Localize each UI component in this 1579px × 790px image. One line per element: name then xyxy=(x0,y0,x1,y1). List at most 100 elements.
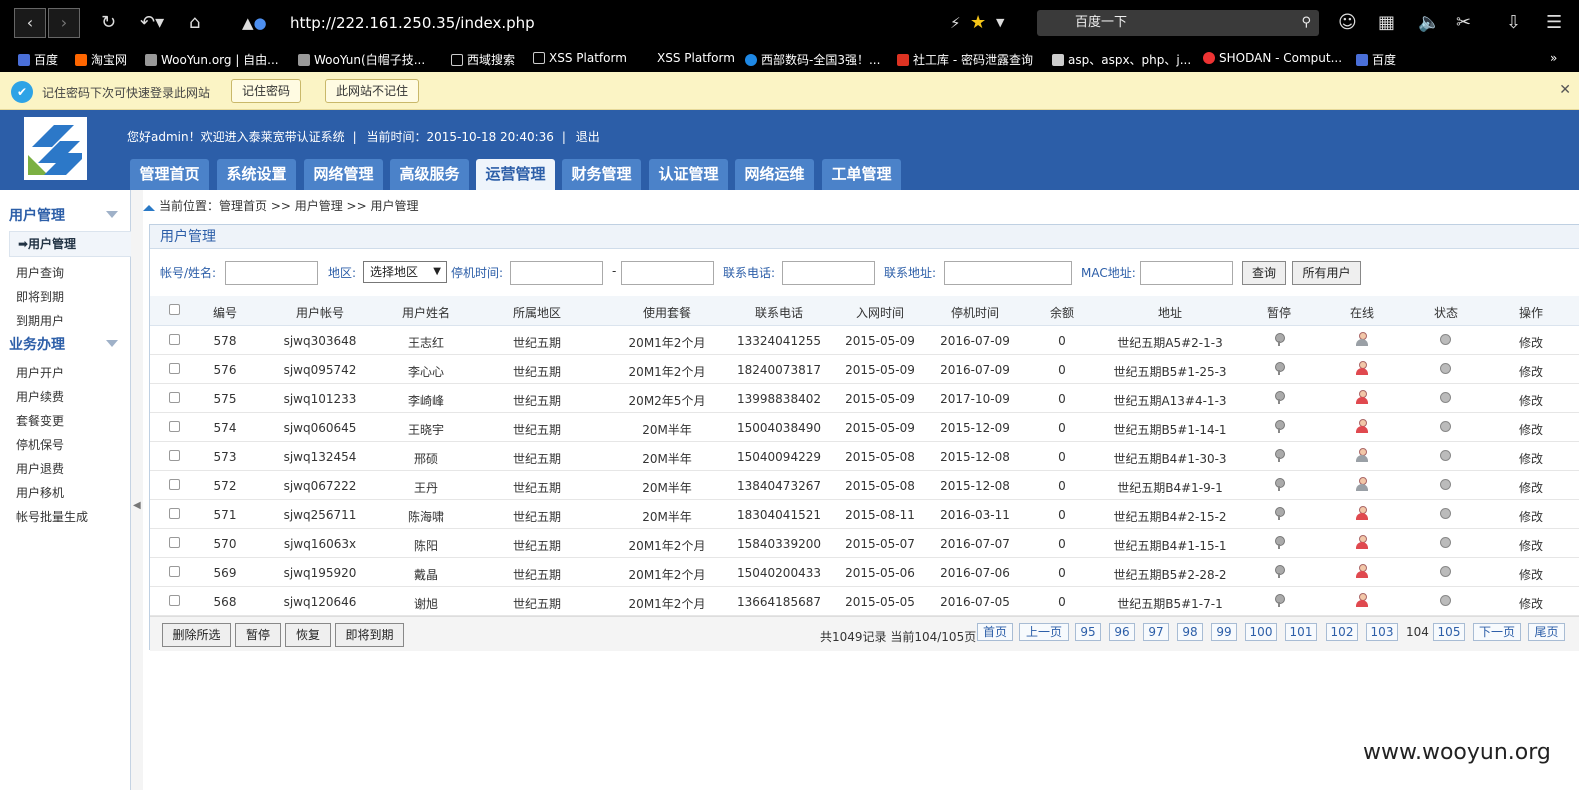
pause-icon[interactable] xyxy=(1274,333,1285,346)
row-checkbox[interactable] xyxy=(169,334,180,345)
chevron-down-icon[interactable] xyxy=(106,340,118,347)
page-link[interactable]: 99 xyxy=(1211,623,1237,641)
page-link[interactable]: 102 xyxy=(1326,623,1358,641)
page-link[interactable]: 95 xyxy=(1075,623,1101,641)
resume-button[interactable]: 恢复 xyxy=(285,623,331,647)
tab-advanced[interactable]: 高级服务 xyxy=(390,159,469,190)
page-link[interactable]: 97 xyxy=(1143,623,1169,641)
bookmark[interactable]: 百度 xyxy=(1356,51,1396,68)
close-icon[interactable]: ✕ xyxy=(1559,82,1571,98)
speaker-icon[interactable]: 🔈 xyxy=(1418,10,1440,36)
address-input[interactable] xyxy=(944,261,1072,285)
sidebar-item-expiring[interactable]: 即将到期 xyxy=(16,288,64,305)
bookmark[interactable]: XSS Platform xyxy=(533,51,627,65)
tab-finance[interactable]: 财务管理 xyxy=(562,159,641,190)
bookmark[interactable]: WooYun(白帽子技... xyxy=(298,51,425,68)
expiring-button[interactable]: 即将到期 xyxy=(335,623,404,647)
row-checkbox[interactable] xyxy=(169,508,180,519)
sidebar-section-user-mgmt[interactable]: 用户管理 xyxy=(9,205,65,225)
tab-home[interactable]: 管理首页 xyxy=(130,159,209,190)
edit-link[interactable]: 修改 xyxy=(1511,479,1551,496)
edit-link[interactable]: 修改 xyxy=(1511,566,1551,583)
undo-icon[interactable]: ↶▾ xyxy=(140,10,164,36)
sidebar-item-batch-generate[interactable]: 帐号批量生成 xyxy=(16,508,88,525)
tab-network-ops[interactable]: 网络运维 xyxy=(735,159,814,190)
page-prev[interactable]: 上一页 xyxy=(1019,623,1069,641)
pause-button[interactable]: 暂停 xyxy=(235,623,281,647)
tab-operations[interactable]: 运营管理 xyxy=(476,159,555,190)
region-select[interactable]: 选择地区 ▼ xyxy=(363,261,447,283)
edit-link[interactable]: 修改 xyxy=(1511,450,1551,467)
never-remember-button[interactable]: 此网站不记住 xyxy=(325,79,420,103)
bookmark[interactable]: 社工库 - 密码泄露查询 xyxy=(897,51,1033,68)
security-shield-icon[interactable]: ▲● xyxy=(242,10,267,36)
edit-link[interactable]: 修改 xyxy=(1511,334,1551,351)
remember-password-button[interactable]: 记住密码 xyxy=(231,79,302,103)
pause-icon[interactable] xyxy=(1274,420,1285,433)
tab-system-settings[interactable]: 系统设置 xyxy=(217,159,296,190)
mac-input[interactable] xyxy=(1140,261,1233,285)
pause-icon[interactable] xyxy=(1274,478,1285,491)
lightning-icon[interactable]: ⚡ xyxy=(950,10,961,36)
search-input[interactable]: 百度一下 ⚲ xyxy=(1037,10,1319,36)
back-button[interactable]: ‹ xyxy=(14,8,46,38)
sidebar-item-change-plan[interactable]: 套餐变更 xyxy=(16,412,64,429)
page-link[interactable]: 100 xyxy=(1245,623,1277,641)
page-link[interactable]: 103 xyxy=(1366,623,1398,641)
phone-input[interactable] xyxy=(782,261,875,285)
sidebar-section-business[interactable]: 业务办理 xyxy=(9,334,65,354)
collapse-arrow-icon[interactable]: ◀ xyxy=(133,500,141,511)
sidebar-item-renew[interactable]: 用户续费 xyxy=(16,388,64,405)
tab-network[interactable]: 网络管理 xyxy=(304,159,383,190)
emoji-icon[interactable]: ☺ xyxy=(1338,10,1357,36)
download-icon[interactable]: ⇩ xyxy=(1506,10,1521,36)
pause-icon[interactable] xyxy=(1274,362,1285,375)
edit-link[interactable]: 修改 xyxy=(1511,421,1551,438)
logout-link[interactable]: 退出 xyxy=(576,130,600,144)
pause-icon[interactable] xyxy=(1274,507,1285,520)
favorite-star-icon[interactable]: ★ xyxy=(970,10,986,36)
row-checkbox[interactable] xyxy=(169,450,180,461)
sidebar-item-expired[interactable]: 到期用户 xyxy=(16,312,64,329)
page-first[interactable]: 首页 xyxy=(977,623,1013,641)
pause-icon[interactable] xyxy=(1274,536,1285,549)
home-icon[interactable]: ⌂ xyxy=(189,10,200,36)
chevron-down-icon[interactable] xyxy=(106,211,118,218)
row-checkbox[interactable] xyxy=(169,537,180,548)
page-link[interactable]: 98 xyxy=(1177,623,1203,641)
tab-tickets[interactable]: 工单管理 xyxy=(822,159,901,190)
edit-link[interactable]: 修改 xyxy=(1511,508,1551,525)
stop-time-end-input[interactable] xyxy=(621,261,714,285)
tab-auth[interactable]: 认证管理 xyxy=(649,159,728,190)
sidebar-item-relocate[interactable]: 用户移机 xyxy=(16,484,64,501)
sidebar-item-user-query[interactable]: 用户查询 xyxy=(16,264,64,281)
account-input[interactable] xyxy=(225,261,318,285)
edit-link[interactable]: 修改 xyxy=(1511,537,1551,554)
forward-button[interactable]: › xyxy=(48,8,80,38)
address-bar[interactable]: http://222.161.250.35/index.php xyxy=(290,14,535,32)
edit-link[interactable]: 修改 xyxy=(1511,363,1551,380)
edit-link[interactable]: 修改 xyxy=(1511,392,1551,409)
sidebar-item-refund[interactable]: 用户退费 xyxy=(16,460,64,477)
bookmark[interactable]: XSS Platform xyxy=(657,51,735,65)
pause-icon[interactable] xyxy=(1274,594,1285,607)
sidebar-item-open-account[interactable]: 用户开户 xyxy=(16,364,64,381)
bookmark[interactable]: WooYun.org | 自由... xyxy=(145,51,279,68)
select-all-checkbox[interactable] xyxy=(169,304,180,315)
more-bookmarks-icon[interactable]: » xyxy=(1550,51,1557,65)
row-checkbox[interactable] xyxy=(169,595,180,606)
bookmark[interactable]: SHODAN - Comput... xyxy=(1203,51,1342,65)
pause-icon[interactable] xyxy=(1274,449,1285,462)
pause-icon[interactable] xyxy=(1274,565,1285,578)
sidebar-item-user-mgmt[interactable]: ➡用户管理 xyxy=(9,231,131,257)
edit-link[interactable]: 修改 xyxy=(1511,595,1551,612)
page-next[interactable]: 下一页 xyxy=(1473,623,1521,641)
row-checkbox[interactable] xyxy=(169,363,180,374)
apps-icon[interactable]: ▦ xyxy=(1378,10,1395,36)
stop-time-start-input[interactable] xyxy=(510,261,603,285)
sidebar-splitter[interactable]: ◀ xyxy=(131,190,143,790)
bookmark[interactable]: 百度 xyxy=(18,51,58,68)
page-link[interactable]: 101 xyxy=(1285,623,1317,641)
bookmark[interactable]: 西域搜索 xyxy=(451,51,515,68)
menu-icon[interactable]: ☰ xyxy=(1546,10,1562,36)
